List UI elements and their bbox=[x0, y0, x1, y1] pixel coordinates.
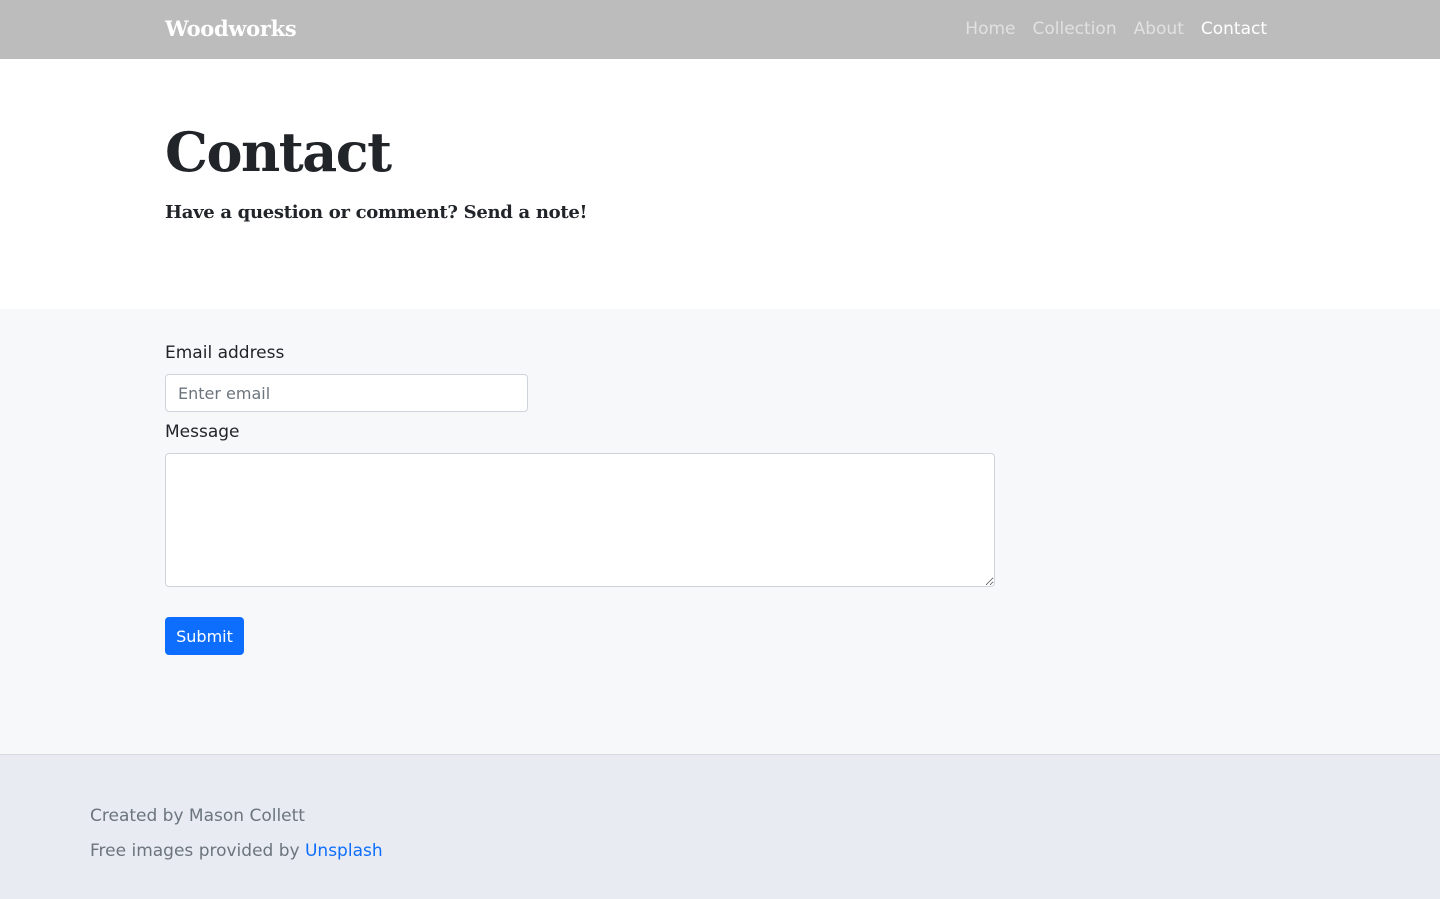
page-title: Contact bbox=[165, 120, 392, 184]
nav-link-about[interactable]: About bbox=[1134, 19, 1184, 39]
nav-link-home[interactable]: Home bbox=[965, 19, 1015, 39]
footer: Created by Mason Collett Free images pro… bbox=[0, 755, 1440, 899]
email-label: Email address bbox=[165, 343, 285, 363]
nav-link-collection[interactable]: Collection bbox=[1033, 19, 1117, 39]
message-label: Message bbox=[165, 422, 240, 442]
unsplash-link[interactable]: Unsplash bbox=[305, 841, 383, 861]
message-field[interactable] bbox=[165, 453, 995, 587]
page-subtitle: Have a question or comment? Send a note! bbox=[165, 202, 588, 223]
footer-images-prefix: Free images provided by bbox=[90, 841, 305, 861]
brand-link[interactable]: Woodworks bbox=[165, 16, 297, 41]
submit-button[interactable]: Submit bbox=[165, 617, 244, 655]
navbar: Woodworks Home Collection About Contact bbox=[0, 0, 1440, 59]
hero-section: Contact Have a question or comment? Send… bbox=[0, 59, 1440, 309]
email-field[interactable] bbox=[165, 374, 528, 412]
footer-images-credit: Free images provided by Unsplash bbox=[90, 841, 383, 861]
nav-link-contact[interactable]: Contact bbox=[1201, 19, 1267, 39]
footer-credit: Created by Mason Collett bbox=[90, 806, 305, 826]
nav-links: Home Collection About Contact bbox=[965, 19, 1267, 39]
contact-form-section: Email address Message Submit bbox=[0, 309, 1440, 755]
